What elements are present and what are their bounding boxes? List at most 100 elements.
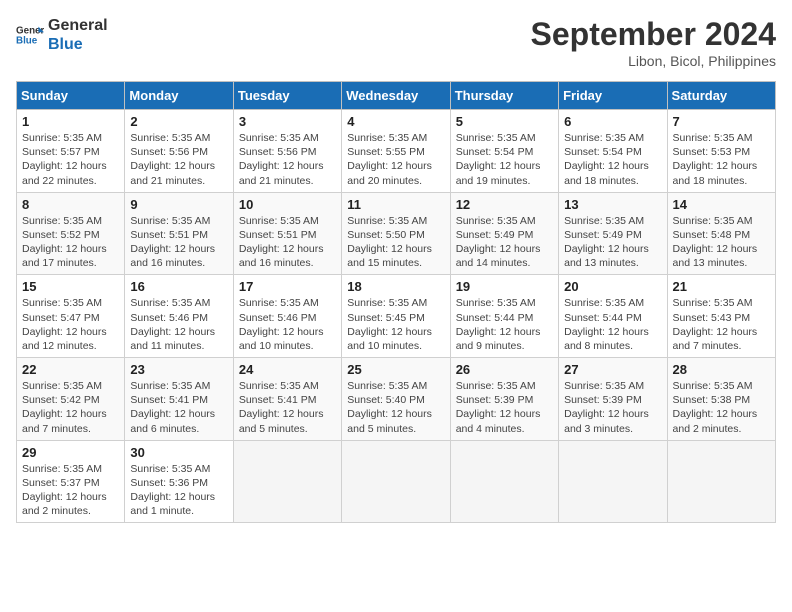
day-number: 28: [673, 362, 770, 377]
calendar-cell: 24 Sunrise: 5:35 AM Sunset: 5:41 PM Dayli…: [233, 358, 341, 441]
day-info: Sunrise: 5:35 AM Sunset: 5:51 PM Dayligh…: [130, 214, 227, 271]
day-number: 14: [673, 197, 770, 212]
day-info: Sunrise: 5:35 AM Sunset: 5:42 PM Dayligh…: [22, 379, 119, 436]
day-info: Sunrise: 5:35 AM Sunset: 5:54 PM Dayligh…: [564, 131, 661, 188]
day-info: Sunrise: 5:35 AM Sunset: 5:50 PM Dayligh…: [347, 214, 444, 271]
day-number: 12: [456, 197, 553, 212]
weekday-header-saturday: Saturday: [667, 82, 775, 110]
calendar-cell: 19 Sunrise: 5:35 AM Sunset: 5:44 PM Dayli…: [450, 275, 558, 358]
calendar-cell: 10 Sunrise: 5:35 AM Sunset: 5:51 PM Dayli…: [233, 192, 341, 275]
day-number: 18: [347, 279, 444, 294]
calendar-cell: 15 Sunrise: 5:35 AM Sunset: 5:47 PM Dayli…: [17, 275, 125, 358]
calendar-cell: 9 Sunrise: 5:35 AM Sunset: 5:51 PM Daylig…: [125, 192, 233, 275]
day-number: 4: [347, 114, 444, 129]
calendar-cell: 30Sunrise: 5:35 AM Sunset: 5:36 PM Dayli…: [125, 440, 233, 523]
day-info: Sunrise: 5:35 AM Sunset: 5:37 PM Dayligh…: [22, 462, 119, 519]
weekday-header-wednesday: Wednesday: [342, 82, 450, 110]
page-header: General Blue General Blue September 2024…: [16, 16, 776, 69]
day-number: 19: [456, 279, 553, 294]
day-info: Sunrise: 5:35 AM Sunset: 5:51 PM Dayligh…: [239, 214, 336, 271]
day-number: 8: [22, 197, 119, 212]
day-info: Sunrise: 5:35 AM Sunset: 5:38 PM Dayligh…: [673, 379, 770, 436]
day-number: 5: [456, 114, 553, 129]
day-number: 16: [130, 279, 227, 294]
day-info: Sunrise: 5:35 AM Sunset: 5:55 PM Dayligh…: [347, 131, 444, 188]
day-number: 25: [347, 362, 444, 377]
calendar-week-row: 22 Sunrise: 5:35 AM Sunset: 5:42 PM Dayli…: [17, 358, 776, 441]
calendar-cell: 6Sunrise: 5:35 AM Sunset: 5:54 PM Daylig…: [559, 110, 667, 193]
day-info: Sunrise: 5:35 AM Sunset: 5:53 PM Dayligh…: [673, 131, 770, 188]
calendar-week-row: 8Sunrise: 5:35 AM Sunset: 5:52 PM Daylig…: [17, 192, 776, 275]
calendar-cell: 14 Sunrise: 5:35 AM Sunset: 5:48 PM Dayli…: [667, 192, 775, 275]
svg-text:Blue: Blue: [16, 36, 38, 47]
day-number: 7: [673, 114, 770, 129]
day-info: Sunrise: 5:35 AM Sunset: 5:41 PM Dayligh…: [239, 379, 336, 436]
weekday-header-tuesday: Tuesday: [233, 82, 341, 110]
weekday-header-sunday: Sunday: [17, 82, 125, 110]
calendar-cell: 4 Sunrise: 5:35 AM Sunset: 5:55 PM Daylig…: [342, 110, 450, 193]
day-info: Sunrise: 5:35 AM Sunset: 5:46 PM Dayligh…: [239, 296, 336, 353]
calendar-cell: 22 Sunrise: 5:35 AM Sunset: 5:42 PM Dayli…: [17, 358, 125, 441]
day-number: 10: [239, 197, 336, 212]
day-number: 21: [673, 279, 770, 294]
weekday-header-monday: Monday: [125, 82, 233, 110]
calendar-cell: 1Sunrise: 5:35 AM Sunset: 5:57 PM Daylig…: [17, 110, 125, 193]
day-number: 22: [22, 362, 119, 377]
logo: General Blue General Blue: [16, 16, 108, 54]
day-info: Sunrise: 5:35 AM Sunset: 5:39 PM Dayligh…: [456, 379, 553, 436]
calendar-cell: 13Sunrise: 5:35 AM Sunset: 5:49 PM Dayli…: [559, 192, 667, 275]
logo-icon: General Blue: [16, 21, 44, 49]
day-number: 24: [239, 362, 336, 377]
day-number: 9: [130, 197, 227, 212]
calendar-cell: 29Sunrise: 5:35 AM Sunset: 5:37 PM Dayli…: [17, 440, 125, 523]
calendar-cell: 8Sunrise: 5:35 AM Sunset: 5:52 PM Daylig…: [17, 192, 125, 275]
calendar-cell: 20Sunrise: 5:35 AM Sunset: 5:44 PM Dayli…: [559, 275, 667, 358]
day-info: Sunrise: 5:35 AM Sunset: 5:56 PM Dayligh…: [239, 131, 336, 188]
calendar-cell: 27 Sunrise: 5:35 AM Sunset: 5:39 PM Dayli…: [559, 358, 667, 441]
day-number: 1: [22, 114, 119, 129]
calendar-week-row: 1Sunrise: 5:35 AM Sunset: 5:57 PM Daylig…: [17, 110, 776, 193]
day-info: Sunrise: 5:35 AM Sunset: 5:46 PM Dayligh…: [130, 296, 227, 353]
day-number: 13: [564, 197, 661, 212]
day-number: 3: [239, 114, 336, 129]
calendar-cell: 7 Sunrise: 5:35 AM Sunset: 5:53 PM Daylig…: [667, 110, 775, 193]
location-subtitle: Libon, Bicol, Philippines: [531, 53, 776, 69]
day-number: 17: [239, 279, 336, 294]
calendar-cell: 16 Sunrise: 5:35 AM Sunset: 5:46 PM Dayli…: [125, 275, 233, 358]
day-info: Sunrise: 5:35 AM Sunset: 5:48 PM Dayligh…: [673, 214, 770, 271]
day-number: 2: [130, 114, 227, 129]
calendar-cell: 26Sunrise: 5:35 AM Sunset: 5:39 PM Dayli…: [450, 358, 558, 441]
day-info: Sunrise: 5:35 AM Sunset: 5:44 PM Dayligh…: [564, 296, 661, 353]
day-number: 23: [130, 362, 227, 377]
calendar-cell: 18Sunrise: 5:35 AM Sunset: 5:45 PM Dayli…: [342, 275, 450, 358]
calendar-cell: 11 Sunrise: 5:35 AM Sunset: 5:50 PM Dayli…: [342, 192, 450, 275]
day-info: Sunrise: 5:35 AM Sunset: 5:49 PM Dayligh…: [456, 214, 553, 271]
day-info: Sunrise: 5:35 AM Sunset: 5:47 PM Dayligh…: [22, 296, 119, 353]
calendar-cell: [233, 440, 341, 523]
calendar-cell: 17 Sunrise: 5:35 AM Sunset: 5:46 PM Dayli…: [233, 275, 341, 358]
day-info: Sunrise: 5:35 AM Sunset: 5:36 PM Dayligh…: [130, 462, 227, 519]
calendar-week-row: 29Sunrise: 5:35 AM Sunset: 5:37 PM Dayli…: [17, 440, 776, 523]
calendar-cell: 2 Sunrise: 5:35 AM Sunset: 5:56 PM Daylig…: [125, 110, 233, 193]
day-number: 11: [347, 197, 444, 212]
month-title: September 2024: [531, 16, 776, 53]
calendar-cell: 28 Sunrise: 5:35 AM Sunset: 5:38 PM Dayli…: [667, 358, 775, 441]
day-info: Sunrise: 5:35 AM Sunset: 5:44 PM Dayligh…: [456, 296, 553, 353]
day-info: Sunrise: 5:35 AM Sunset: 5:56 PM Dayligh…: [130, 131, 227, 188]
day-number: 27: [564, 362, 661, 377]
calendar-cell: 3 Sunrise: 5:35 AM Sunset: 5:56 PM Daylig…: [233, 110, 341, 193]
day-number: 15: [22, 279, 119, 294]
calendar-cell: [450, 440, 558, 523]
calendar-week-row: 15 Sunrise: 5:35 AM Sunset: 5:47 PM Dayli…: [17, 275, 776, 358]
weekday-header-row: SundayMondayTuesdayWednesdayThursdayFrid…: [17, 82, 776, 110]
day-info: Sunrise: 5:35 AM Sunset: 5:39 PM Dayligh…: [564, 379, 661, 436]
title-block: September 2024 Libon, Bicol, Philippines: [531, 16, 776, 69]
day-info: Sunrise: 5:35 AM Sunset: 5:54 PM Dayligh…: [456, 131, 553, 188]
weekday-header-friday: Friday: [559, 82, 667, 110]
calendar-cell: [667, 440, 775, 523]
day-info: Sunrise: 5:35 AM Sunset: 5:40 PM Dayligh…: [347, 379, 444, 436]
calendar-cell: 23Sunrise: 5:35 AM Sunset: 5:41 PM Dayli…: [125, 358, 233, 441]
calendar-cell: 25 Sunrise: 5:35 AM Sunset: 5:40 PM Dayli…: [342, 358, 450, 441]
calendar-cell: [342, 440, 450, 523]
calendar-cell: 12 Sunrise: 5:35 AM Sunset: 5:49 PM Dayli…: [450, 192, 558, 275]
